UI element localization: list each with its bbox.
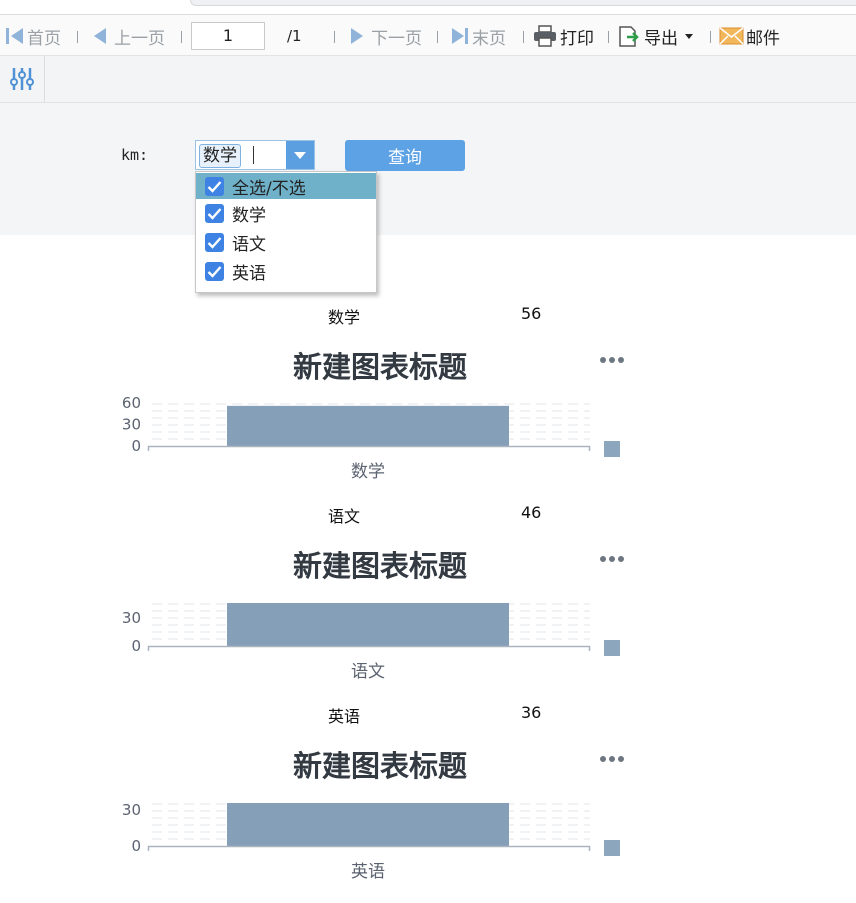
y-tick-label: 0 (131, 837, 141, 855)
y-tick-label: 30 (122, 801, 141, 819)
query-button[interactable]: 查询 (345, 140, 465, 171)
address-bar-edge (190, 0, 856, 6)
report-score-cell: 56 (521, 304, 542, 323)
selected-tag[interactable]: 数学 (199, 144, 241, 168)
more-options-button[interactable] (600, 357, 624, 363)
print-label: 打印 (560, 28, 594, 49)
next-page-label: 下一页 (371, 28, 422, 49)
y-tick-label: 60 (122, 394, 141, 412)
checkbox-checked-icon[interactable] (205, 261, 224, 281)
dropdown-item-label: 英语 (232, 263, 266, 284)
chart-3: 0 30 英语 (122, 801, 591, 882)
km-dropdown-list: 全选/不选 数学 语文 英语 (195, 171, 377, 293)
first-page-icon (6, 28, 23, 44)
legend-marker[interactable] (604, 441, 620, 457)
report-toolbar: 首页 上一页 1 /1 下一页 末页 打印 导出 邮件 (0, 14, 856, 56)
more-options-button[interactable] (600, 556, 624, 562)
dot-icon (600, 756, 606, 762)
chevron-down-icon (685, 34, 693, 39)
x-tick-label: 数学 (351, 462, 385, 482)
parameter-toolbar (0, 56, 856, 103)
report-subject-cell: 数学 (328, 308, 361, 327)
report-score-cell: 36 (521, 703, 542, 722)
printer-icon (534, 25, 556, 47)
report-score-cell: 46 (521, 503, 542, 522)
toolbar-separator (523, 31, 524, 43)
y-tick-label: 30 (122, 416, 141, 434)
mail-label: 邮件 (746, 28, 780, 49)
report-subject-cell: 语文 (328, 507, 361, 526)
dropdown-toggle[interactable] (286, 141, 314, 169)
last-page-label: 末页 (472, 28, 506, 49)
km-select[interactable]: 数学 (195, 140, 315, 170)
toolbar-separator (437, 31, 438, 43)
checkbox-checked-icon[interactable] (205, 203, 224, 223)
last-page-icon (452, 28, 468, 44)
checkbox-checked-icon[interactable] (205, 232, 224, 252)
legend-marker[interactable] (604, 840, 620, 856)
toolbar-separator (181, 31, 182, 43)
dropdown-item-english[interactable]: 英语 (196, 258, 376, 284)
checkbox-checked-icon[interactable] (205, 176, 224, 196)
mail-button[interactable]: 邮件 (719, 15, 780, 57)
bar (227, 405, 509, 446)
dot-icon (609, 756, 615, 762)
dropdown-item-chinese[interactable]: 语文 (196, 229, 376, 255)
dropdown-item-math[interactable]: 数学 (196, 200, 376, 226)
dropdown-item-select-all[interactable]: 全选/不选 (196, 173, 376, 199)
first-page-button[interactable]: 首页 (5, 15, 61, 57)
x-tick-label: 英语 (351, 862, 385, 882)
more-options-button[interactable] (600, 756, 624, 762)
envelope-icon (719, 27, 744, 45)
chart-title: 新建图表标题 (292, 749, 467, 783)
total-pages-label: /1 (287, 27, 302, 45)
chart-title: 新建图表标题 (292, 549, 467, 583)
dot-icon (609, 556, 615, 562)
dot-icon (600, 357, 606, 363)
export-icon (619, 26, 639, 47)
dot-icon (600, 556, 606, 562)
chart-2: 0 30 语文 (122, 603, 591, 682)
chart-title: 新建图表标题 (292, 350, 467, 384)
km-label: km: (121, 146, 149, 164)
toolbar-separator (710, 31, 711, 43)
y-tick-label: 0 (131, 437, 141, 455)
next-page-icon (351, 28, 363, 44)
dropdown-item-label: 语文 (232, 234, 266, 255)
page-number-input[interactable]: 1 (191, 22, 265, 50)
dropdown-item-label: 全选/不选 (232, 178, 306, 199)
report-subject-cell: 英语 (328, 707, 361, 726)
next-page-button[interactable]: 下一页 (349, 15, 422, 57)
dropdown-item-label: 数学 (232, 205, 266, 226)
sliders-icon (10, 68, 34, 90)
dot-icon (609, 357, 615, 363)
last-page-button[interactable]: 末页 (450, 15, 506, 57)
export-label: 导出 (644, 28, 678, 49)
browser-top-strip (0, 0, 856, 14)
bar (227, 603, 509, 646)
y-tick-label: 0 (131, 637, 141, 655)
chevron-down-icon (294, 152, 306, 159)
first-page-label: 首页 (27, 28, 61, 49)
prev-page-icon (94, 28, 106, 44)
dot-icon (618, 756, 624, 762)
parameter-toggle-button[interactable] (0, 56, 45, 102)
toolbar-separator (608, 31, 609, 43)
chart-1: 0 30 60 数学 (122, 394, 591, 482)
dot-icon (618, 556, 624, 562)
toolbar-separator (77, 31, 78, 43)
print-button[interactable]: 打印 (533, 15, 594, 57)
export-button[interactable]: 导出 (617, 15, 695, 57)
dot-icon (618, 357, 624, 363)
y-tick-label: 30 (122, 609, 141, 627)
text-caret (253, 146, 254, 164)
prev-page-button[interactable]: 上一页 (92, 15, 165, 57)
prev-page-label: 上一页 (114, 28, 165, 49)
bar (227, 803, 509, 846)
toolbar-separator (334, 31, 335, 43)
legend-marker[interactable] (604, 640, 620, 656)
x-tick-label: 语文 (351, 662, 385, 682)
